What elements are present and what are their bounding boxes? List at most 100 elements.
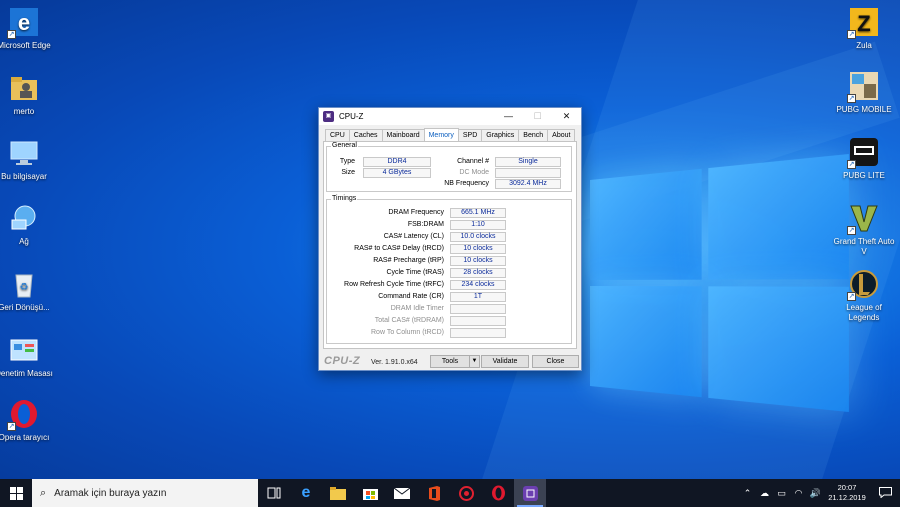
dc-mode-value <box>495 168 561 178</box>
desktop-icon-label: League of Legends <box>846 303 882 322</box>
tab-bench[interactable]: Bench <box>518 129 549 141</box>
search-icon: ⌕ <box>40 486 47 499</box>
league-of-legends-icon: ↗ <box>847 268 880 301</box>
timing-label-total-cas: Total CAS# (tRDRAM) <box>374 317 444 324</box>
desktop-icon-label: Grand Theft Auto V <box>833 237 895 256</box>
desktop-icon-gta-v[interactable]: ↗ Grand Theft Auto V <box>831 202 897 257</box>
channel-label: Channel # <box>457 158 489 165</box>
app-icon[interactable] <box>450 479 482 507</box>
tools-dropdown-arrow-icon[interactable]: ▼ <box>469 355 480 368</box>
tab-caches[interactable]: Caches <box>348 129 383 141</box>
battery-icon[interactable]: ▭ <box>773 488 790 499</box>
taskbar-opera-icon[interactable] <box>482 479 514 507</box>
zula-icon: Z ↗ <box>847 6 880 39</box>
desktop-icon-label: PUBG LITE <box>843 171 885 180</box>
general-group: General Type DDR4 Size 4 GBytes Channel … <box>326 142 572 192</box>
desktop-icon-user-folder[interactable]: merto <box>0 72 57 117</box>
mail-icon[interactable] <box>386 479 418 507</box>
channel-value: Single <box>495 157 561 167</box>
start-button[interactable] <box>0 479 32 507</box>
general-legend: General <box>331 142 358 149</box>
type-label: Type <box>339 158 355 165</box>
gta-v-icon: ↗ <box>847 202 880 235</box>
window-title: CPU-Z <box>339 112 364 121</box>
desktop-icon-recycle-bin[interactable]: ♻ Geri Dönüşü... <box>0 268 57 313</box>
taskbar-edge-icon[interactable]: e <box>290 479 322 507</box>
network-icon <box>8 202 40 234</box>
desktop-icon-league-of-legends[interactable]: ↗ League of Legends <box>831 268 897 323</box>
timing-value-command-rate: 1T <box>450 292 506 302</box>
timing-value-dram-frequency: 665.1 MHz <box>450 208 506 218</box>
svg-text:Z: Z <box>857 11 870 36</box>
file-explorer-icon[interactable] <box>322 479 354 507</box>
timings-legend: Timings <box>331 195 358 202</box>
desktop-icon-label: Bu bilgisayar <box>1 172 47 181</box>
computer-icon <box>8 137 40 169</box>
close-window-button[interactable]: ✕ <box>552 108 581 125</box>
timing-label-dram-idle-timer: DRAM Idle Timer <box>390 305 444 312</box>
clock-time: 20:07 <box>837 483 857 492</box>
desktop-icon-label: Opera tarayıcı <box>0 433 50 442</box>
desktop-icon-label: Zula <box>856 41 872 50</box>
notification-icon[interactable] <box>870 486 900 500</box>
tab-spd[interactable]: SPD <box>457 129 483 141</box>
clock[interactable]: 20:07 21.12.2019 <box>824 483 870 503</box>
chevron-up-icon[interactable]: ⌃ <box>739 488 756 499</box>
timing-label-fsb-dram: FSB:DRAM <box>407 221 444 228</box>
close-button[interactable]: Close <box>532 355 579 368</box>
timing-value-cas-latency: 10.0 clocks <box>450 232 506 242</box>
nb-frequency-label: NB Frequency <box>444 180 489 187</box>
office-icon[interactable] <box>418 479 450 507</box>
desktop-icon-network[interactable]: Ağ <box>0 202 57 247</box>
timing-label-trp: RAS# Precharge (tRP) <box>373 257 444 264</box>
desktop-icon-label: Geri Dönüşü... <box>0 303 50 312</box>
volume-icon[interactable]: 🔊 <box>807 488 824 499</box>
timing-label-row-to-column: Row To Column (tRCD) <box>371 329 444 336</box>
opera-icon: ↗ <box>7 398 40 431</box>
windows-start-icon <box>9 486 23 500</box>
timing-label-trfc: Row Refresh Cycle Time (tRFC) <box>344 281 444 288</box>
nb-frequency-value: 3092.4 MHz <box>495 179 561 189</box>
onedrive-cloud-icon[interactable]: ☁ <box>756 488 773 499</box>
tab-mainboard[interactable]: Mainboard <box>381 129 425 141</box>
control-panel-icon <box>8 334 40 366</box>
taskbar: ⌕ Aramak için buraya yazın e ⌃ ☁ ▭ ◠ 🔊 2… <box>0 479 900 507</box>
pubg-lite-icon: ↗ <box>847 136 880 169</box>
timing-value-dram-idle-timer <box>450 304 506 314</box>
version-text: Ver. 1.91.0.x64 <box>371 359 418 366</box>
timing-label-cas-latency: CAS# Latency (CL) <box>383 233 444 240</box>
desktop-icon-opera[interactable]: ↗ Opera tarayıcı <box>0 398 57 443</box>
window-footer: CPU-Z Ver. 1.91.0.x64 Tools ▼ Validate C… <box>319 354 581 370</box>
timing-value-row-to-column <box>450 328 506 338</box>
cpuz-app-icon: ▣ <box>323 111 334 122</box>
desktop-icon-computer[interactable]: Bu bilgisayar <box>0 137 57 182</box>
desktop-icon-label: Denetim Masası <box>0 369 53 378</box>
timing-value-tras: 28 clocks <box>450 268 506 278</box>
tab-memory[interactable]: Memory <box>423 128 459 141</box>
tab-cpu[interactable]: CPU <box>325 129 350 141</box>
store-icon[interactable] <box>354 479 386 507</box>
validate-button[interactable]: Validate <box>481 355 529 368</box>
desktop-icon-pubg-lite[interactable]: ↗ PUBG LITE <box>831 136 897 181</box>
desktop-icon-zula[interactable]: Z ↗ Zula <box>831 6 897 51</box>
task-view-icon[interactable] <box>258 479 290 507</box>
desktop-icon-label: Microsoft Edge <box>0 41 51 50</box>
taskbar-search-box[interactable]: ⌕ Aramak için buraya yazın <box>32 479 258 507</box>
maximize-button: ☐ <box>533 111 542 121</box>
search-placeholder: Aramak için buraya yazın <box>54 487 167 499</box>
desktop-icon-label: PUBG MOBILE <box>836 105 892 114</box>
desktop-icon-label: Ağ <box>19 237 29 246</box>
desktop-icon-pubg-mobile[interactable]: ↗ PUBG MOBILE <box>831 70 897 115</box>
tools-button[interactable]: Tools <box>430 355 470 368</box>
timing-value-fsb-dram: 1:10 <box>450 220 506 230</box>
cpuz-brand-logo: CPU-Z <box>324 355 361 367</box>
desktop-icon-label: merto <box>13 107 35 116</box>
desktop-icon-control-panel[interactable]: Denetim Masası <box>0 334 57 379</box>
wifi-icon[interactable]: ◠ <box>790 488 807 499</box>
minimize-button[interactable]: — <box>494 108 523 125</box>
tab-graphics[interactable]: Graphics <box>481 129 520 141</box>
taskbar-cpuz-icon[interactable] <box>514 479 546 507</box>
tab-about[interactable]: About <box>547 129 576 141</box>
title-bar[interactable]: ▣ CPU-Z — ☐ ✕ <box>319 108 581 125</box>
desktop-icon-edge[interactable]: e ↗ Microsoft Edge <box>0 6 57 51</box>
